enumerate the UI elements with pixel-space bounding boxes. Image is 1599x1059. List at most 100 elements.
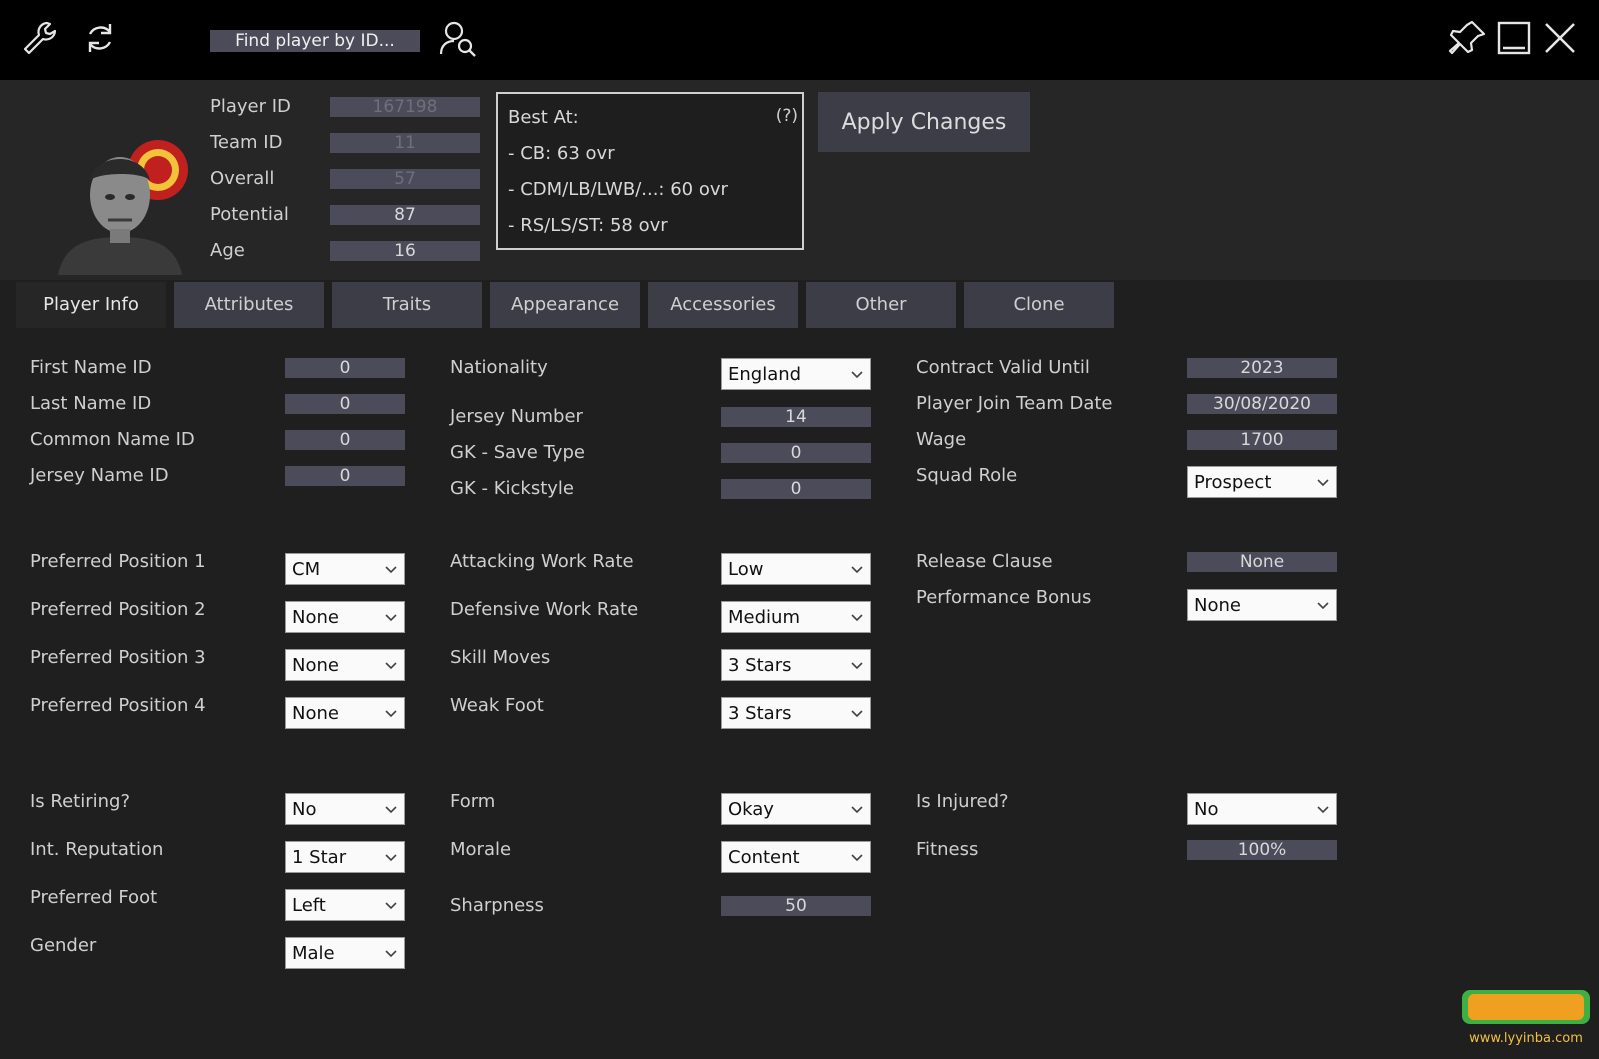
player-id-label: Player ID [210,96,291,117]
attacking-work-rate-select[interactable]: Low [721,553,871,585]
preferred-foot-label: Preferred Foot [30,887,158,908]
last-name-id-field[interactable]: 0 [285,394,405,414]
contract-valid-field[interactable]: 2023 [1187,358,1337,378]
chevron-down-icon [384,850,398,864]
age-field[interactable]: 16 [330,241,480,261]
is-injured-label: Is Injured? [916,791,1009,812]
performance-bonus-label: Performance Bonus [916,587,1092,608]
fitness-field[interactable]: 100% [1187,840,1337,860]
minimize-icon[interactable] [1494,18,1534,58]
wrench-icon[interactable] [20,18,60,58]
form-label: Form [450,791,496,812]
form-select[interactable]: Okay [721,793,871,825]
pref-pos4-select[interactable]: None [285,697,405,729]
common-name-id-field[interactable]: 0 [285,430,405,450]
close-icon[interactable] [1540,18,1580,58]
weak-foot-label: Weak Foot [450,695,544,716]
nationality-select[interactable]: England [721,358,871,390]
gk-save-type-field[interactable]: 0 [721,443,871,463]
tab-other[interactable]: Other [806,282,956,328]
sharpness-label: Sharpness [450,895,544,916]
pref-pos4-label: Preferred Position 4 [30,695,206,716]
last-name-id-label: Last Name ID [30,393,152,414]
is-injured-select[interactable]: No [1187,793,1337,825]
search-player-icon[interactable] [438,18,478,58]
apply-changes-button[interactable]: Apply Changes [818,92,1030,152]
chevron-down-icon [384,610,398,624]
overall-field[interactable]: 57 [330,169,480,189]
jersey-number-label: Jersey Number [450,406,583,427]
tab-clone[interactable]: Clone [964,282,1114,328]
best-at-help[interactable]: (?) [776,106,798,126]
chevron-down-icon [384,562,398,576]
morale-label: Morale [450,839,512,860]
wage-label: Wage [916,429,967,450]
team-id-label: Team ID [210,132,283,153]
attacking-work-rate-label: Attacking Work Rate [450,551,634,572]
best-at-item: - CB: 63 ovr [508,143,615,164]
pref-pos2-select[interactable]: None [285,601,405,633]
chevron-down-icon [384,802,398,816]
defensive-work-rate-label: Defensive Work Rate [450,599,639,620]
chevron-down-icon [1316,802,1330,816]
pref-pos1-select[interactable]: CM [285,553,405,585]
int-reputation-label: Int. Reputation [30,839,164,860]
team-id-field[interactable]: 11 [330,133,480,153]
title-bar: Find player by ID... [0,0,1599,80]
preferred-foot-select[interactable]: Left [285,889,405,921]
tab-player-info[interactable]: Player Info [16,282,166,328]
gk-kickstyle-field[interactable]: 0 [721,479,871,499]
defensive-work-rate-select[interactable]: Medium [721,601,871,633]
weak-foot-select[interactable]: 3 Stars [721,697,871,729]
refresh-icon[interactable] [80,18,120,58]
chevron-down-icon [1316,475,1330,489]
pref-pos3-select[interactable]: None [285,649,405,681]
age-label: Age [210,240,245,261]
tab-appearance[interactable]: Appearance [490,282,640,328]
chevron-down-icon [850,610,864,624]
contract-valid-label: Contract Valid Until [916,357,1090,378]
first-name-id-field[interactable]: 0 [285,358,405,378]
player-info-panel [0,328,1599,1059]
chevron-down-icon [850,562,864,576]
fitness-label: Fitness [916,839,979,860]
tab-traits[interactable]: Traits [332,282,482,328]
pref-pos1-label: Preferred Position 1 [30,551,206,572]
best-at-title: Best At: [508,107,579,128]
chevron-down-icon [850,802,864,816]
overall-label: Overall [210,168,275,189]
chevron-down-icon [850,367,864,381]
is-retiring-select[interactable]: No [285,793,405,825]
squad-role-label: Squad Role [916,465,1018,486]
gk-kickstyle-label: GK - Kickstyle [450,478,574,499]
int-reputation-select[interactable]: 1 Star [285,841,405,873]
best-at-item: - RS/LS/ST: 58 ovr [508,215,668,236]
sharpness-field[interactable]: 50 [721,896,871,916]
skill-moves-select[interactable]: 3 Stars [721,649,871,681]
release-clause-field[interactable]: None [1187,552,1337,572]
first-name-id-label: First Name ID [30,357,152,378]
gender-select[interactable]: Male [285,937,405,969]
is-retiring-label: Is Retiring? [30,791,131,812]
potential-field[interactable]: 87 [330,205,480,225]
tab-accessories[interactable]: Accessories [648,282,798,328]
find-player-button[interactable]: Find player by ID... [210,30,420,52]
watermark-text: www.lyyinba.com [1469,1031,1583,1046]
chevron-down-icon [384,706,398,720]
squad-role-select[interactable]: Prospect [1187,466,1337,498]
gk-save-type-label: GK - Save Type [450,442,585,463]
chevron-down-icon [850,706,864,720]
wage-field[interactable]: 1700 [1187,430,1337,450]
best-at-item: - CDM/LB/LWB/...: 60 ovr [508,179,728,200]
player-id-field[interactable]: 167198 [330,97,480,117]
performance-bonus-select[interactable]: None [1187,589,1337,621]
chevron-down-icon [1316,598,1330,612]
jersey-name-id-field[interactable]: 0 [285,466,405,486]
tab-attributes[interactable]: Attributes [174,282,324,328]
jersey-number-field[interactable]: 14 [721,407,871,427]
pin-icon[interactable] [1448,18,1488,58]
join-date-field[interactable]: 30/08/2020 [1187,394,1337,414]
chevron-down-icon [384,898,398,912]
player-avatar [58,125,193,275]
morale-select[interactable]: Content [721,841,871,873]
